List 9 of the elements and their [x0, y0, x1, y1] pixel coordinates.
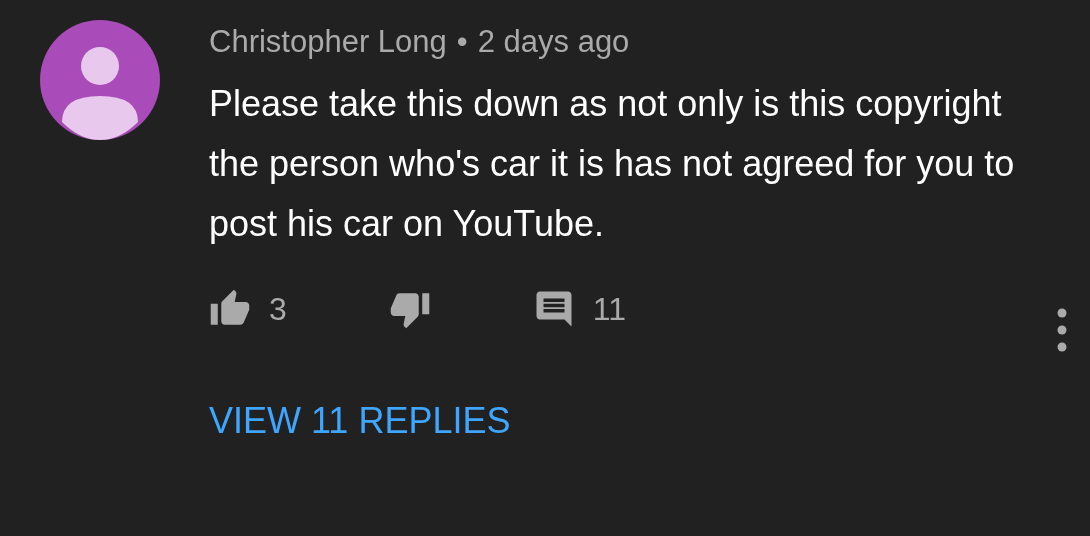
reply-count: 11 — [592, 290, 626, 328]
more-options-icon[interactable] — [1056, 308, 1068, 352]
avatar-icon — [40, 20, 160, 140]
separator-dot: • — [456, 24, 468, 60]
like-count: 3 — [269, 290, 287, 328]
author-name[interactable]: Christopher Long — [209, 24, 447, 60]
comment-text: Please take this down as not only is this copyright the person who's car it is has not agreed for you to post his car on YouTube. — [209, 82, 1016, 246]
view-replies-link[interactable]: VIEW 11 REPLIES — [209, 400, 511, 442]
comment-time: 2 days ago — [477, 24, 630, 60]
